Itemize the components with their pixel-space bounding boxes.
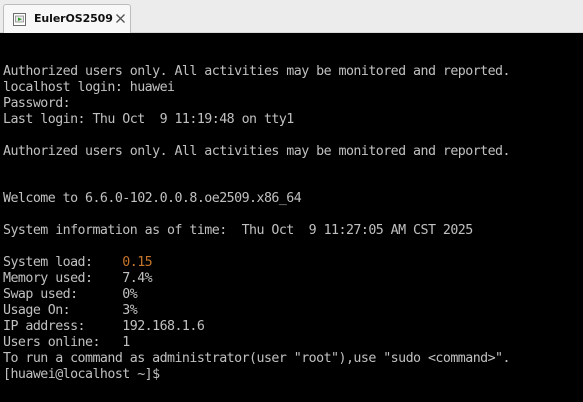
last-login-line: Last login: Thu Oct 9 11:19:48 on tty1 xyxy=(3,112,294,127)
users-online-line: Users online: 1 xyxy=(3,335,130,350)
welcome-line: Welcome to 6.6.0-102.0.0.8.oe2509.x86_64 xyxy=(3,191,302,206)
system-load-value: 0.15 xyxy=(122,255,153,270)
ip-address-line: IP address: 192.168.1.6 xyxy=(3,319,205,334)
tab-euleros2509[interactable]: EulerOS2509 xyxy=(3,4,131,33)
tab-title: EulerOS2509 xyxy=(34,12,113,25)
swap-used-line: Swap used: 0% xyxy=(3,287,138,302)
system-load-line: System load: 0.15 xyxy=(3,255,153,271)
sudo-hint-line: To run a command as administrator(user "… xyxy=(3,351,511,366)
system-info-line: System information as of time: Thu Oct 9… xyxy=(3,223,473,238)
shell-prompt[interactable]: [huawei@localhost ~]$ xyxy=(3,367,160,383)
tab-strip: EulerOS2509 xyxy=(0,0,583,33)
banner-line-2: Authorized users only. All activities ma… xyxy=(3,144,511,159)
usage-on-line: Usage On: 3% xyxy=(3,303,138,318)
close-icon[interactable] xyxy=(114,12,127,25)
password-line: Password: xyxy=(3,96,71,111)
terminal-console[interactable]: Authorized users only. All activities ma… xyxy=(0,33,583,402)
login-line: localhost login: huawei xyxy=(3,80,175,95)
vm-console-icon xyxy=(13,13,26,26)
memory-used-line: Memory used: 7.4% xyxy=(3,271,153,286)
system-load-label: System load: xyxy=(3,255,123,270)
banner-line: Authorized users only. All activities ma… xyxy=(3,64,511,79)
